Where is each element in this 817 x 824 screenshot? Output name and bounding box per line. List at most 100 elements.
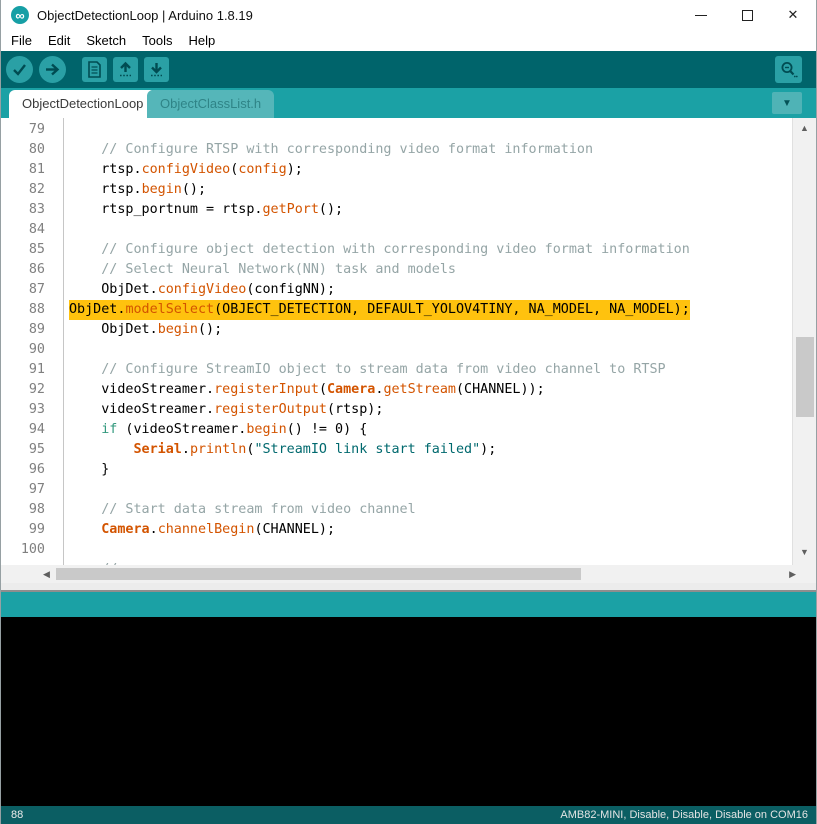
code-line[interactable]: 89 ObjDet.begin();	[1, 320, 792, 340]
scroll-down-icon[interactable]: ▼	[800, 548, 809, 557]
tab-objectclasslist[interactable]: ObjectClassList.h	[147, 90, 274, 118]
code-line[interactable]: 83 rtsp_portnum = rtsp.getPort();	[1, 200, 792, 220]
scroll-up-icon[interactable]: ▲	[800, 124, 809, 133]
new-sketch-button[interactable]	[82, 57, 107, 82]
console-output	[1, 617, 816, 806]
code-line[interactable]: 88ObjDet.modelSelect(OBJECT_DETECTION, D…	[1, 300, 792, 320]
code-text[interactable]: }	[69, 460, 109, 480]
code-text[interactable]: rtsp.begin();	[69, 180, 206, 200]
code-text[interactable]: Camera.channelBegin(CHANNEL);	[69, 520, 335, 540]
line-number: 83	[1, 200, 45, 220]
line-number: 99	[1, 520, 45, 540]
vertical-scrollbar[interactable]: ▲ ▼	[792, 118, 816, 565]
tab-menu-button[interactable]: ▼	[772, 92, 802, 114]
menu-item-file[interactable]: File	[3, 30, 40, 51]
code-text[interactable]: rtsp.configVideo(config);	[69, 160, 303, 180]
code-line[interactable]: 100	[1, 540, 792, 560]
line-number: 94	[1, 420, 45, 440]
line-number: 80	[1, 140, 45, 160]
line-number: 86	[1, 260, 45, 280]
code-line[interactable]: 87 ObjDet.configVideo(configNN);	[1, 280, 792, 300]
code-editor[interactable]: 7980 // Configure RTSP with correspondin…	[1, 118, 792, 565]
upload-button[interactable]	[39, 56, 66, 83]
status-message-band	[1, 592, 816, 617]
horizontal-scrollbar-thumb[interactable]	[56, 568, 581, 580]
code-line[interactable]: 99 Camera.channelBegin(CHANNEL);	[1, 520, 792, 540]
code-text[interactable]: // Select Neural Network(NN) task and mo…	[69, 260, 456, 280]
arrow-up-icon	[117, 61, 134, 78]
cursor-line-indicator: 88	[11, 809, 23, 821]
code-line[interactable]: 81 rtsp.configVideo(config);	[1, 160, 792, 180]
code-line[interactable]: 82 rtsp.begin();	[1, 180, 792, 200]
code-line[interactable]: 95 Serial.println("StreamIO link start f…	[1, 440, 792, 460]
arduino-ide-window: ∞ ObjectDetectionLoop | Arduino 1.8.19 ✕…	[0, 0, 817, 824]
code-line[interactable]: 96 }	[1, 460, 792, 480]
tab-objectdetectionloop[interactable]: ObjectDetectionLoop	[9, 90, 156, 118]
code-text[interactable]: videoStreamer.registerOutput(rtsp);	[69, 400, 383, 420]
code-line[interactable]: 84	[1, 220, 792, 240]
close-icon: ✕	[788, 7, 799, 23]
code-line[interactable]: 97	[1, 480, 792, 500]
code-line[interactable]: 86 // Select Neural Network(NN) task and…	[1, 260, 792, 280]
verify-button[interactable]	[6, 56, 33, 83]
code-line[interactable]: 98 // Start data stream from video chann…	[1, 500, 792, 520]
code-text[interactable]: rtsp_portnum = rtsp.getPort();	[69, 200, 343, 220]
scroll-left-icon[interactable]: ◀	[43, 570, 50, 579]
toolbar	[1, 51, 816, 88]
line-number: 79	[1, 120, 45, 140]
code-text[interactable]: ObjDet.configVideo(configNN);	[69, 280, 335, 300]
maximize-button[interactable]	[724, 0, 770, 30]
scroll-right-icon[interactable]: ▶	[789, 570, 796, 579]
code-text[interactable]: videoStreamer.registerInput(Camera.getSt…	[69, 380, 545, 400]
code-text[interactable]: // Configure StreamIO object to stream d…	[69, 360, 666, 380]
line-number: 85	[1, 240, 45, 260]
tab-strip: ObjectDetectionLoop ObjectClassList.h ▼	[1, 88, 816, 118]
maximize-icon	[742, 10, 753, 21]
serial-monitor-button[interactable]	[775, 56, 802, 83]
line-number: 98	[1, 500, 45, 520]
menu-item-tools[interactable]: Tools	[134, 30, 180, 51]
menu-item-edit[interactable]: Edit	[40, 30, 78, 51]
line-number: 91	[1, 360, 45, 380]
code-line[interactable]: 90	[1, 340, 792, 360]
code-line[interactable]: 93 videoStreamer.registerOutput(rtsp);	[1, 400, 792, 420]
close-button[interactable]: ✕	[770, 0, 816, 30]
line-number: 87	[1, 280, 45, 300]
frame-strip	[1, 583, 816, 590]
highlighted-code-text[interactable]: ObjDet.modelSelect(OBJECT_DETECTION, DEF…	[69, 300, 690, 320]
line-number: 84	[1, 220, 45, 240]
code-text[interactable]: // Configure object detection with corre…	[69, 240, 690, 260]
code-text[interactable]: // Configure RTSP with corresponding vid…	[69, 140, 593, 160]
check-icon	[11, 61, 28, 78]
line-number: 89	[1, 320, 45, 340]
line-number: 97	[1, 480, 45, 500]
vertical-scrollbar-thumb[interactable]	[796, 337, 814, 417]
title-bar: ∞ ObjectDetectionLoop | Arduino 1.8.19 ✕	[1, 0, 816, 30]
code-line[interactable]: 79	[1, 120, 792, 140]
arduino-logo-icon: ∞	[11, 6, 29, 24]
code-line[interactable]: 80 // Configure RTSP with corresponding …	[1, 140, 792, 160]
line-number: 82	[1, 180, 45, 200]
menu-bar: FileEditSketchToolsHelp	[1, 30, 816, 51]
minimize-button[interactable]	[678, 0, 724, 30]
open-button[interactable]	[113, 57, 138, 82]
document-icon	[87, 61, 102, 78]
save-button[interactable]	[144, 57, 169, 82]
window-controls: ✕	[678, 0, 816, 30]
board-port-indicator: AMB82-MINI, Disable, Disable, Disable on…	[560, 809, 808, 821]
line-number: 81	[1, 160, 45, 180]
code-text[interactable]: Serial.println("StreamIO link start fail…	[69, 440, 496, 460]
code-line[interactable]: 85 // Configure object detection with co…	[1, 240, 792, 260]
code-line[interactable]: 94 if (videoStreamer.begin() != 0) {	[1, 420, 792, 440]
code-line[interactable]: 92 videoStreamer.registerInput(Camera.ge…	[1, 380, 792, 400]
code-text[interactable]: if (videoStreamer.begin() != 0) {	[69, 420, 367, 440]
code-text[interactable]: // Start data stream from video channel	[69, 500, 416, 520]
line-number: 96	[1, 460, 45, 480]
code-text[interactable]: ObjDet.begin();	[69, 320, 222, 340]
menu-item-sketch[interactable]: Sketch	[78, 30, 134, 51]
line-number: 90	[1, 340, 45, 360]
menu-item-help[interactable]: Help	[180, 30, 223, 51]
window-title: ObjectDetectionLoop | Arduino 1.8.19	[37, 8, 253, 23]
code-line[interactable]: 91 // Configure StreamIO object to strea…	[1, 360, 792, 380]
horizontal-scrollbar[interactable]: ◀ ▶	[1, 565, 816, 583]
